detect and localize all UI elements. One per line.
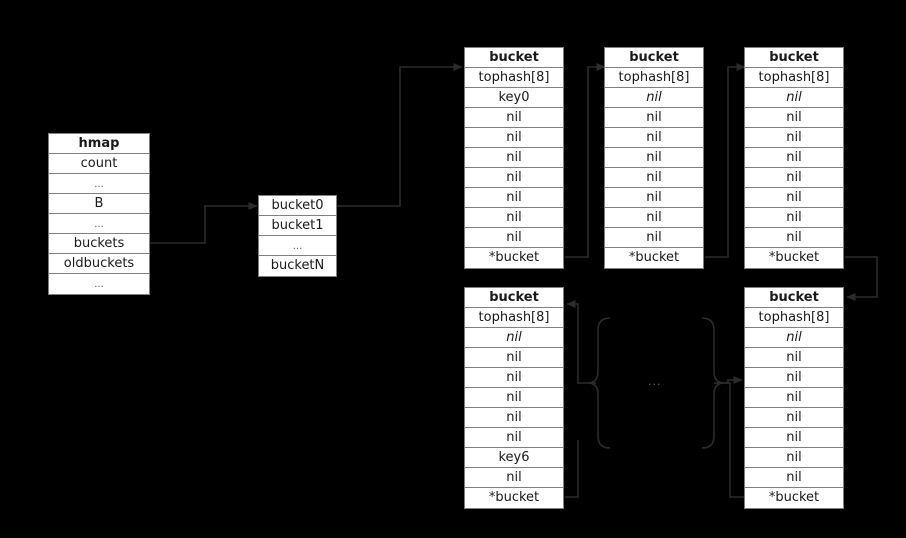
bucket-bottom-right-slot-6: nil (745, 448, 843, 468)
bucket-top-1-tophash: tophash[8] (465, 68, 563, 88)
wire-hmap-buckets-to-array (150, 202, 258, 244)
bucket-top-1-slot-1: nil (465, 108, 563, 128)
bucket-bottom-right-overflow: *bucket (745, 488, 843, 508)
bucket-bottom-right-slot-7: nil (745, 468, 843, 488)
bucket-top-3-overflow: *bucket (745, 248, 843, 268)
bucket-top-2-slot-7: nil (605, 228, 703, 248)
wire-bucket1-overflow-to-bucket2 (565, 63, 606, 258)
diagram-canvas: hmap count ... B ... buckets oldbuckets … (0, 0, 906, 538)
bucket-top-3-table: bucket tophash[8] nil nil nil nil nil ni… (744, 47, 844, 269)
bucket-top-1-slot-3: nil (465, 148, 563, 168)
bucket-top-3-slot-1: nil (745, 108, 843, 128)
bucket-bottom-right-slot-5: nil (745, 428, 843, 448)
bucket-top-3-header: bucket (745, 48, 843, 68)
bucket-array-entry-1: bucket1 (259, 216, 336, 236)
bucket-bottom-right-slot-4: nil (745, 408, 843, 428)
bucket-bottom-left-header: bucket (465, 288, 563, 308)
bucket-bottom-right-slot-3: nil (745, 388, 843, 408)
bucket-top-3-tophash: tophash[8] (745, 68, 843, 88)
bucket-top-2-table: bucket tophash[8] nil nil nil nil nil ni… (604, 47, 704, 269)
bucket-bottom-left-overflow: *bucket (465, 488, 563, 508)
hmap-header: hmap (49, 134, 149, 154)
bucket-top-1-slot-5: nil (465, 188, 563, 208)
bucket-bottom-left-slot-0: nil (465, 328, 563, 348)
hmap-field-b: B (49, 194, 149, 214)
bucket-top-2-tophash: tophash[8] (605, 68, 703, 88)
omitted-buckets-ellipsis: ... (648, 375, 662, 388)
bucket-bottom-right-header: bucket (745, 288, 843, 308)
bucket-top-1-slot-7: nil (465, 228, 563, 248)
bucket-top-3-slot-2: nil (745, 128, 843, 148)
hmap-field-ellipsis-2: ... (49, 214, 149, 234)
hmap-field-ellipsis-3: ... (49, 274, 149, 294)
brace-right-opening (701, 317, 725, 449)
bucket-top-3-slot-0: nil (745, 88, 843, 108)
hmap-field-ellipsis-1: ... (49, 174, 149, 194)
bucket-top-2-slot-6: nil (605, 208, 703, 228)
bucket-top-1-slot-0: key0 (465, 88, 563, 108)
bucket-array-entry-n: bucketN (259, 256, 336, 276)
hmap-table: hmap count ... B ... buckets oldbuckets … (48, 133, 150, 295)
wire-bucket2-overflow-to-bucket3 (705, 63, 746, 258)
bucket-top-2-header: bucket (605, 48, 703, 68)
bucket-top-3-slot-4: nil (745, 168, 843, 188)
bucket-top-2-slot-2: nil (605, 128, 703, 148)
bucket-top-2-slot-3: nil (605, 148, 703, 168)
wire-bottom-left-overflow-stub (565, 440, 579, 498)
bucket-top-1-table: bucket tophash[8] key0 nil nil nil nil n… (464, 47, 564, 269)
bucket-top-2-slot-4: nil (605, 168, 703, 188)
bucket-bottom-right-slot-2: nil (745, 368, 843, 388)
bucket-array-entry-0: bucket0 (259, 196, 336, 216)
bucket-bottom-left-slot-4: nil (465, 408, 563, 428)
bucket-bottom-left-table: bucket tophash[8] nil nil nil nil nil ni… (464, 287, 564, 509)
bucket-top-2-overflow: *bucket (605, 248, 703, 268)
bucket-bottom-left-tophash: tophash[8] (465, 308, 563, 328)
bucket-bottom-left-slot-2: nil (465, 368, 563, 388)
hmap-field-oldbuckets: oldbuckets (49, 254, 149, 274)
wire-bucket3-overflow-to-bottom-right (845, 256, 878, 301)
bucket-top-1-header: bucket (465, 48, 563, 68)
bucket-top-1-slot-4: nil (465, 168, 563, 188)
bucket-bottom-right-slot-0: nil (745, 328, 843, 348)
bucket-bottom-right-table: bucket tophash[8] nil nil nil nil nil ni… (744, 287, 844, 509)
bucket-top-3-slot-5: nil (745, 188, 843, 208)
bucket-bottom-left-slot-1: nil (465, 348, 563, 368)
bucket-bottom-left-slot-7: nil (465, 468, 563, 488)
bucket-top-1-slot-2: nil (465, 128, 563, 148)
brace-left-closing (587, 317, 611, 449)
bucket-bottom-left-slot-6: key6 (465, 448, 563, 468)
bucket-array-table: bucket0 bucket1 ... bucketN (258, 195, 337, 277)
hmap-field-buckets: buckets (49, 234, 149, 254)
bucket-bottom-right-tophash: tophash[8] (745, 308, 843, 328)
bucket-bottom-right-slot-1: nil (745, 348, 843, 368)
bucket-top-3-slot-3: nil (745, 148, 843, 168)
bucket-top-2-slot-0: nil (605, 88, 703, 108)
bucket-top-1-overflow: *bucket (465, 248, 563, 268)
bucket-top-1-slot-6: nil (465, 208, 563, 228)
bucket-array-entry-ellipsis: ... (259, 236, 336, 256)
bucket-bottom-left-slot-5: nil (465, 428, 563, 448)
bucket-top-2-slot-5: nil (605, 188, 703, 208)
bucket-bottom-left-slot-3: nil (465, 388, 563, 408)
bucket-top-3-slot-6: nil (745, 208, 843, 228)
hmap-field-count: count (49, 154, 149, 174)
wire-brace-left-to-bottom-left-bucket (566, 300, 596, 384)
wire-array-to-bucket1 (337, 63, 463, 207)
wire-brace-right-to-bottom-right-bucket (714, 376, 743, 460)
wire-bottom-right-overflow-stub (729, 460, 745, 498)
bucket-top-2-slot-1: nil (605, 108, 703, 128)
bucket-top-3-slot-7: nil (745, 228, 843, 248)
